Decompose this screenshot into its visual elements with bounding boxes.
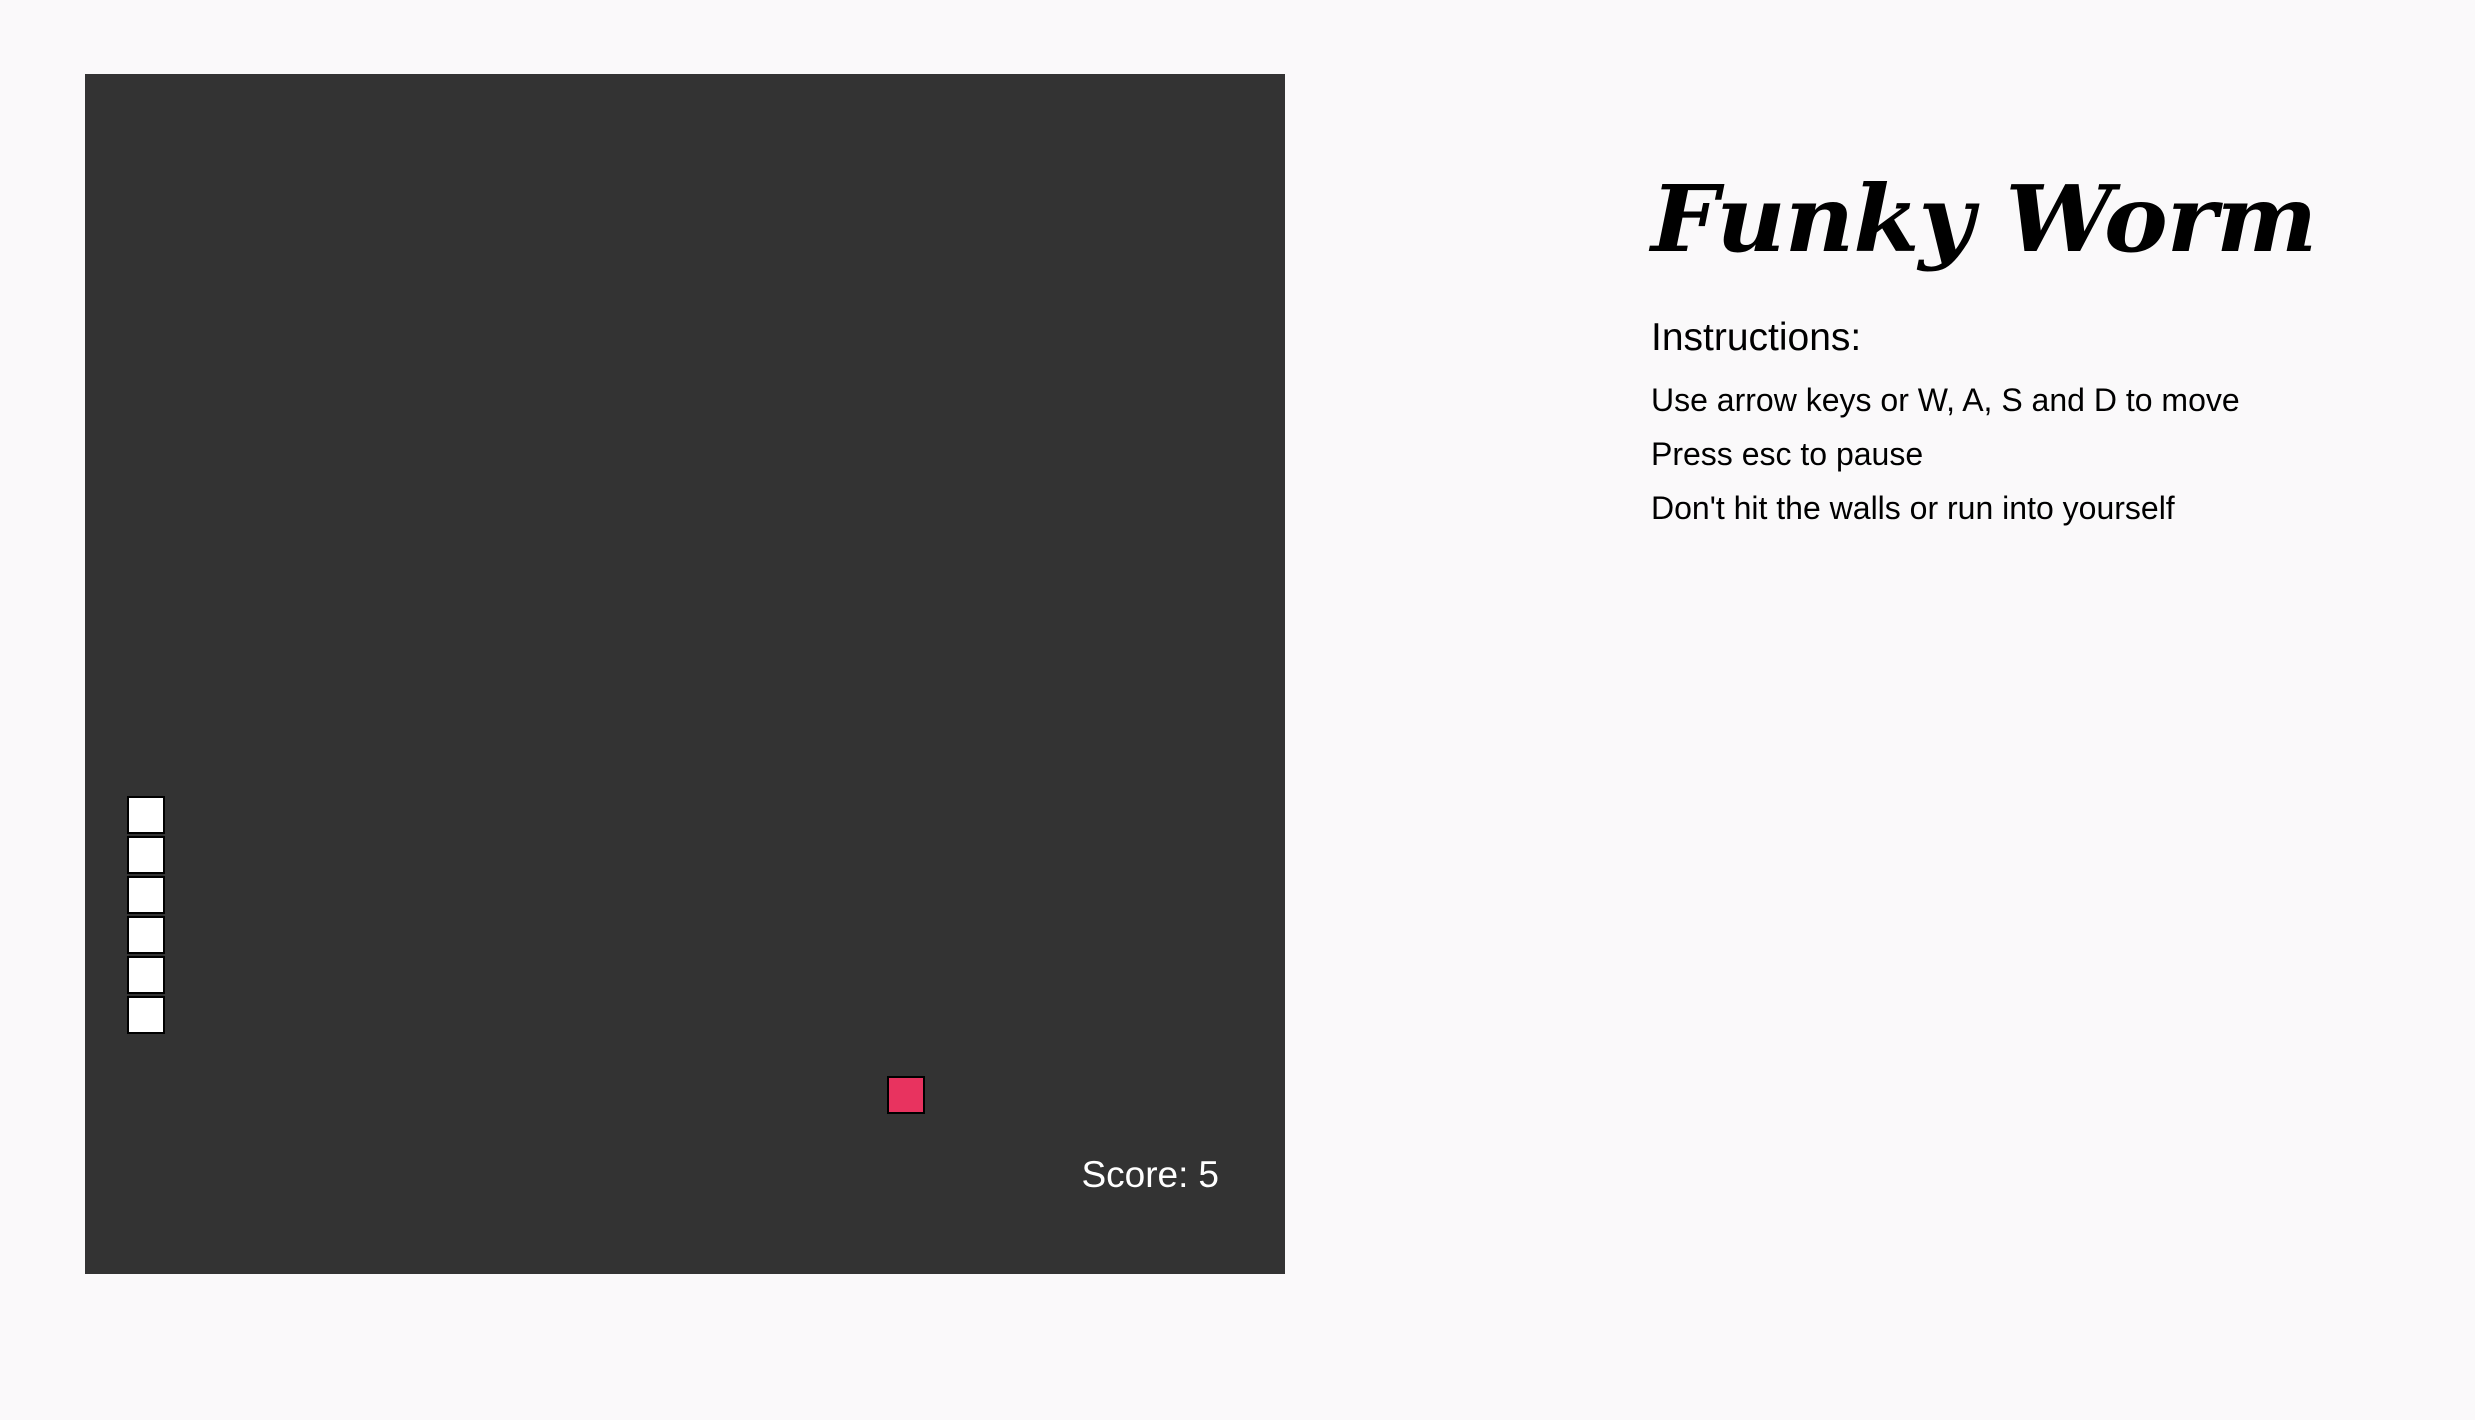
worm-segment <box>127 836 165 874</box>
game-title: Funky Worm <box>1651 165 2317 273</box>
food-pellet <box>887 1076 925 1114</box>
instructions-heading: Instructions: <box>1651 316 1862 359</box>
score-label: Score: <box>1081 1154 1189 1195</box>
worm-segment <box>127 876 165 914</box>
instruction-pause: Press esc to pause <box>1651 436 1924 472</box>
instruction-rules: Don't hit the walls or run into yourself <box>1651 490 2175 526</box>
worm-head <box>127 796 165 834</box>
worm-segment <box>127 916 165 954</box>
worm-segment <box>127 956 165 994</box>
info-panel: Funky Worm Instructions: Use arrow keys … <box>1651 160 2411 542</box>
score-value: 5 <box>1198 1154 1219 1195</box>
game-board[interactable]: Score: 5 <box>85 74 1285 1274</box>
instruction-move: Use arrow keys or W, A, S and D to move <box>1651 382 2240 418</box>
worm-segment <box>127 996 165 1034</box>
score-display: Score: 5 <box>1081 1154 1219 1196</box>
